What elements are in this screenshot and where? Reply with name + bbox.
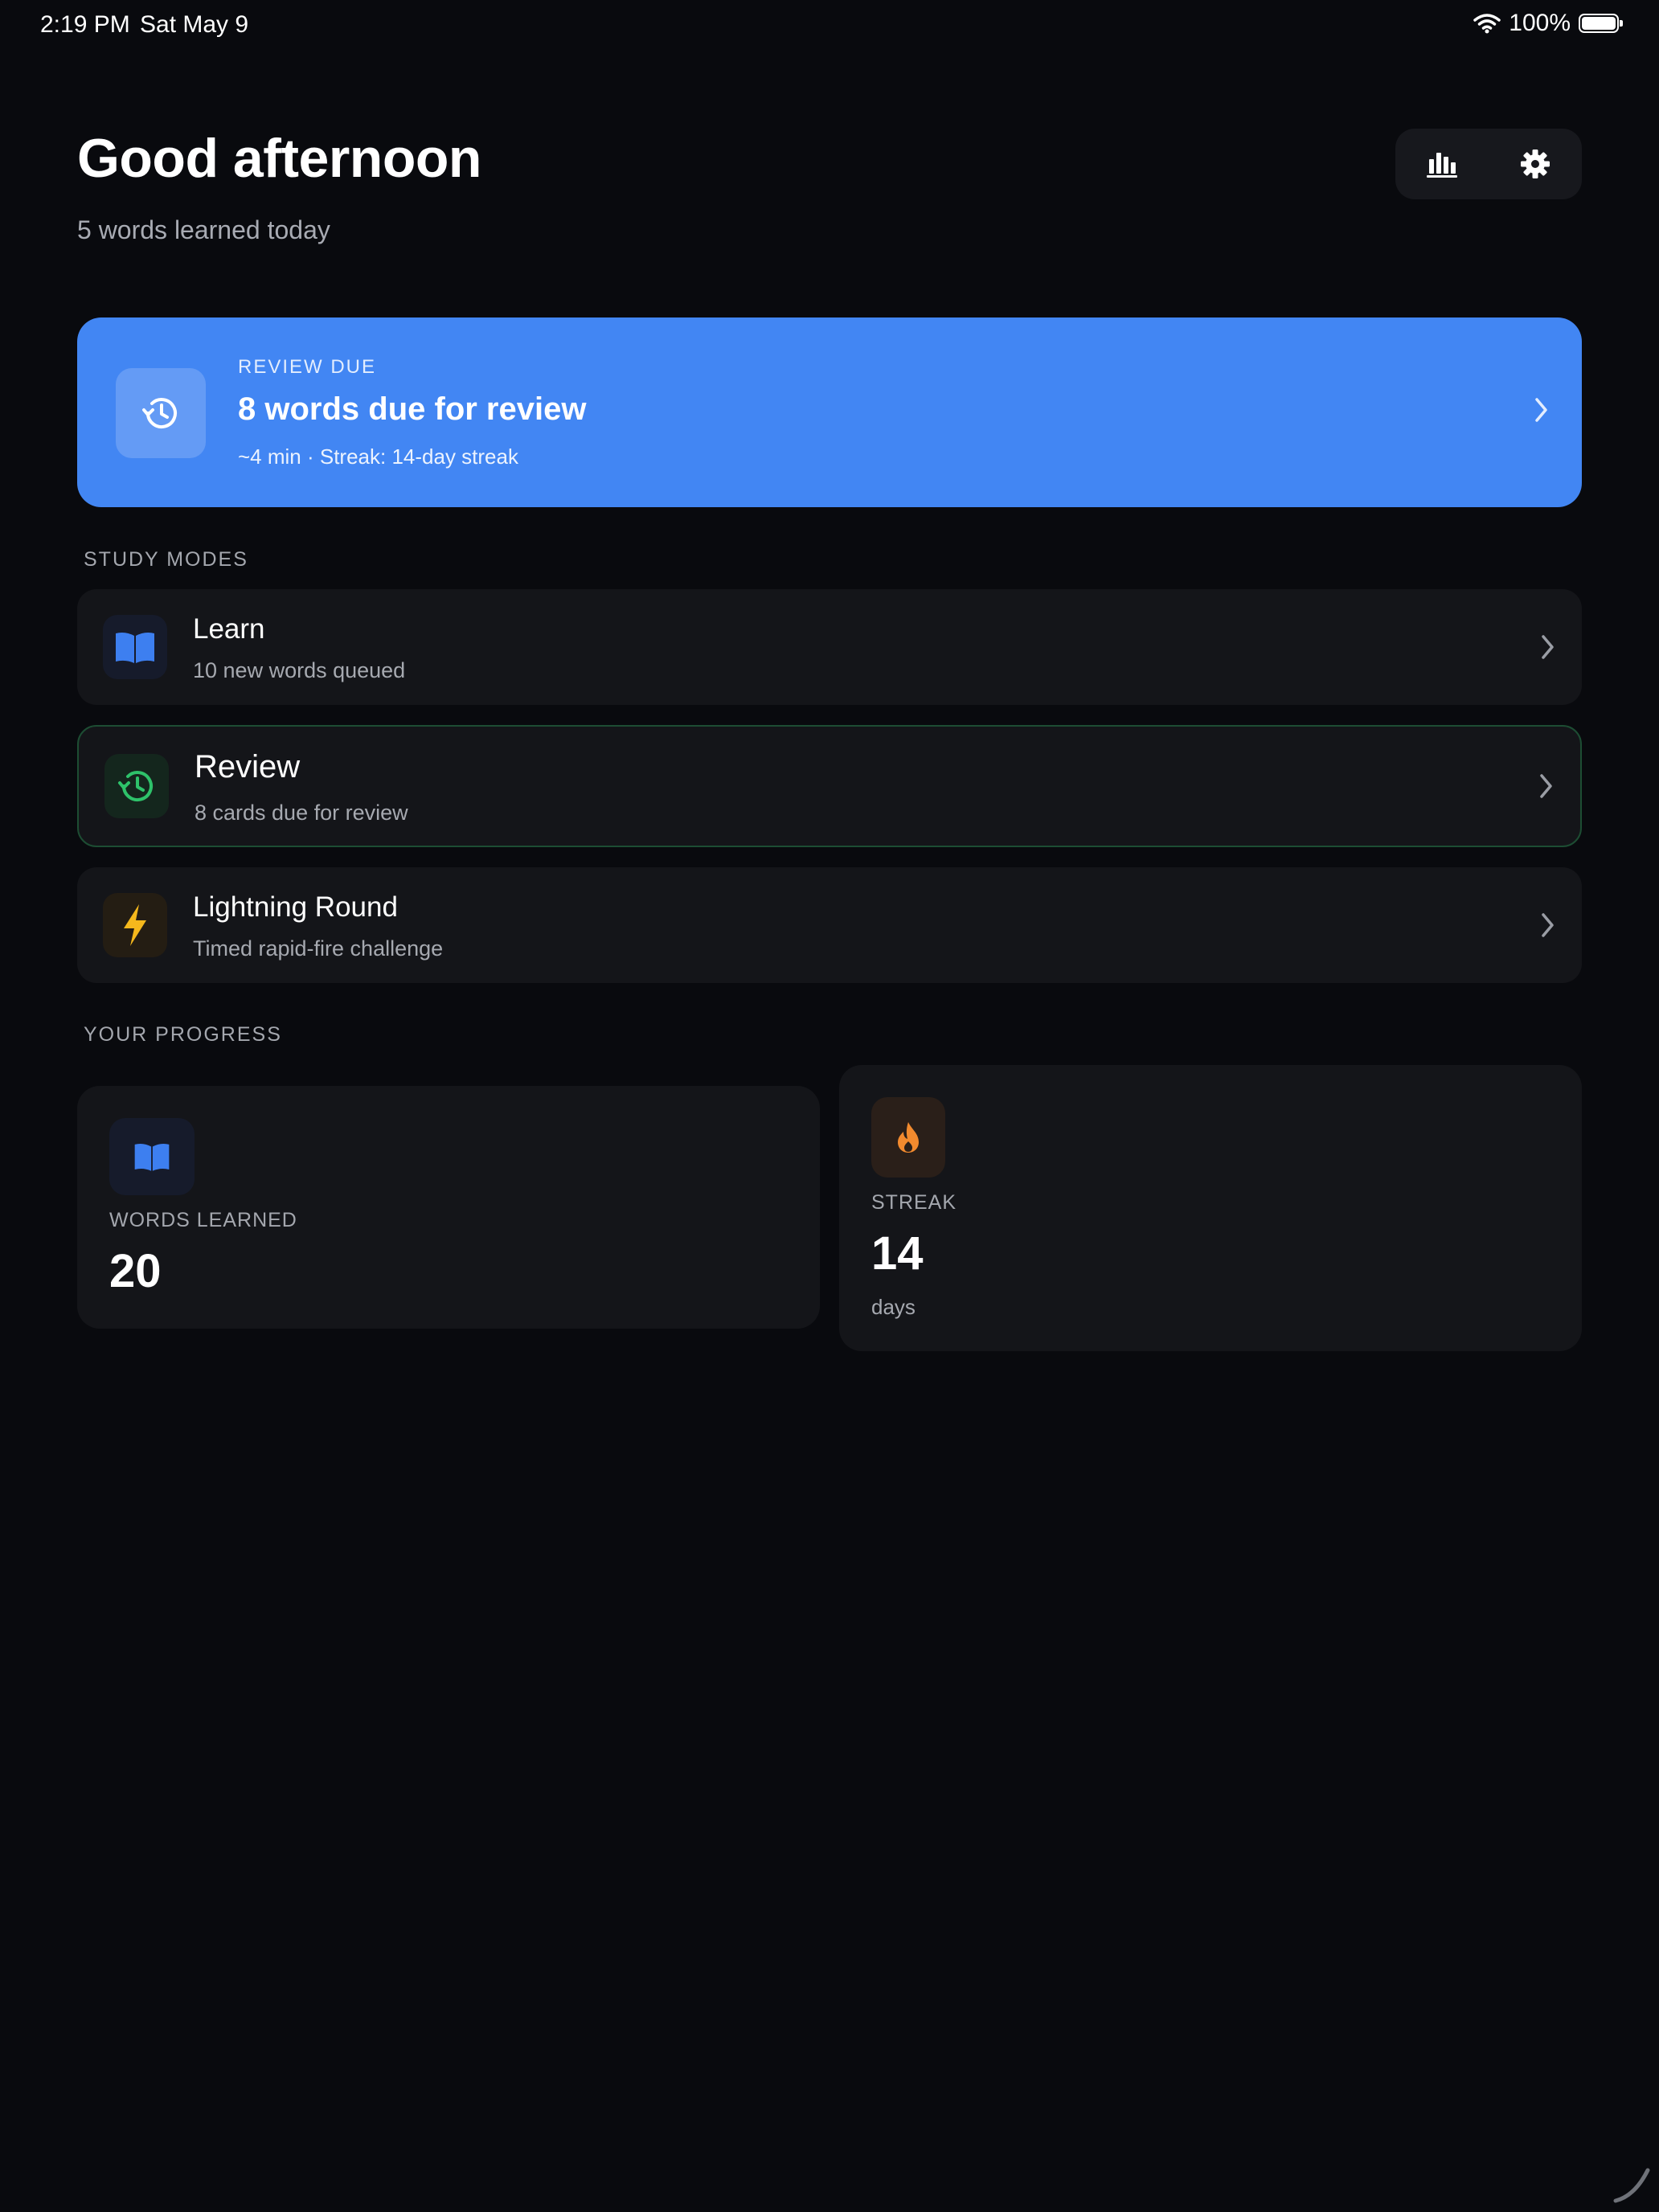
flame-icon [898,1122,919,1153]
book-icon [116,633,154,663]
streak-label: STREAK [871,1191,957,1214]
chevron-right-icon [1540,774,1552,798]
page-subtitle: 5 words learned today [77,215,330,244]
settings-button[interactable] [1500,129,1571,199]
history-icon [118,771,153,802]
gear-icon [1521,150,1550,178]
words-learned-value: 20 [109,1245,162,1297]
streak-icon-tile [871,1097,945,1178]
mode-title-learn: Learn [193,613,265,645]
review-icon-tile [104,754,169,818]
review-banner-eyebrow: REVIEW DUE [238,356,377,378]
mode-card-lightning-round[interactable]: Lightning Round Timed rapid-fire challen… [77,867,1582,983]
mode-title-review: Review [195,749,301,784]
lightning-icon [124,904,146,946]
review-banner-icon-tile [116,368,206,458]
mode-card-review[interactable]: Review 8 cards due for review [77,725,1582,847]
battery-icon [1579,14,1623,33]
review-due-banner[interactable]: REVIEW DUE 8 words due for review ~4 min… [77,317,1582,507]
chevron-right-icon [1542,635,1554,659]
lightning-icon-tile [103,893,167,957]
mode-subtitle-learn: 10 new words queued [193,658,406,682]
page-title: Good afternoon [77,128,481,189]
learn-icon-tile [103,615,167,679]
status-indicators: 100% [1473,10,1623,37]
words-learned-label: WORDS LEARNED [109,1209,297,1231]
history-icon [142,398,177,429]
review-banner-title: 8 words due for review [238,391,587,427]
chevron-right-icon [1535,398,1547,422]
status-time: 2:19 PM [40,11,130,38]
battery-percentage: 100% [1509,10,1571,36]
stat-card-words-learned: WORDS LEARNED 20 [77,1086,820,1329]
mode-card-learn[interactable]: Learn 10 new words queued [77,589,1582,705]
wifi-icon [1473,14,1501,34]
study-modes-heading: STUDY MODES [84,548,248,571]
mode-subtitle-review: 8 cards due for review [195,801,408,825]
streak-value: 14 [871,1227,924,1280]
header-toolbar [1395,129,1582,199]
stats-button[interactable] [1407,129,1477,199]
your-progress-heading: YOUR PROGRESS [84,1023,282,1046]
streak-unit: days [871,1295,916,1319]
mode-subtitle-lightning-round: Timed rapid-fire challenge [193,936,444,961]
book-icon [134,1144,170,1171]
status-date: Sat May 9 [140,11,249,38]
words-learned-icon-tile [109,1118,195,1195]
bar-chart-icon [1427,153,1457,178]
review-banner-meta: ~4 min · Streak: 14-day streak [238,444,518,469]
corner-handle-icon[interactable] [1611,2164,1653,2206]
chevron-right-icon [1542,913,1554,937]
stat-card-streak: STREAK 14 days [839,1065,1582,1351]
mode-title-lightning-round: Lightning Round [193,891,398,923]
